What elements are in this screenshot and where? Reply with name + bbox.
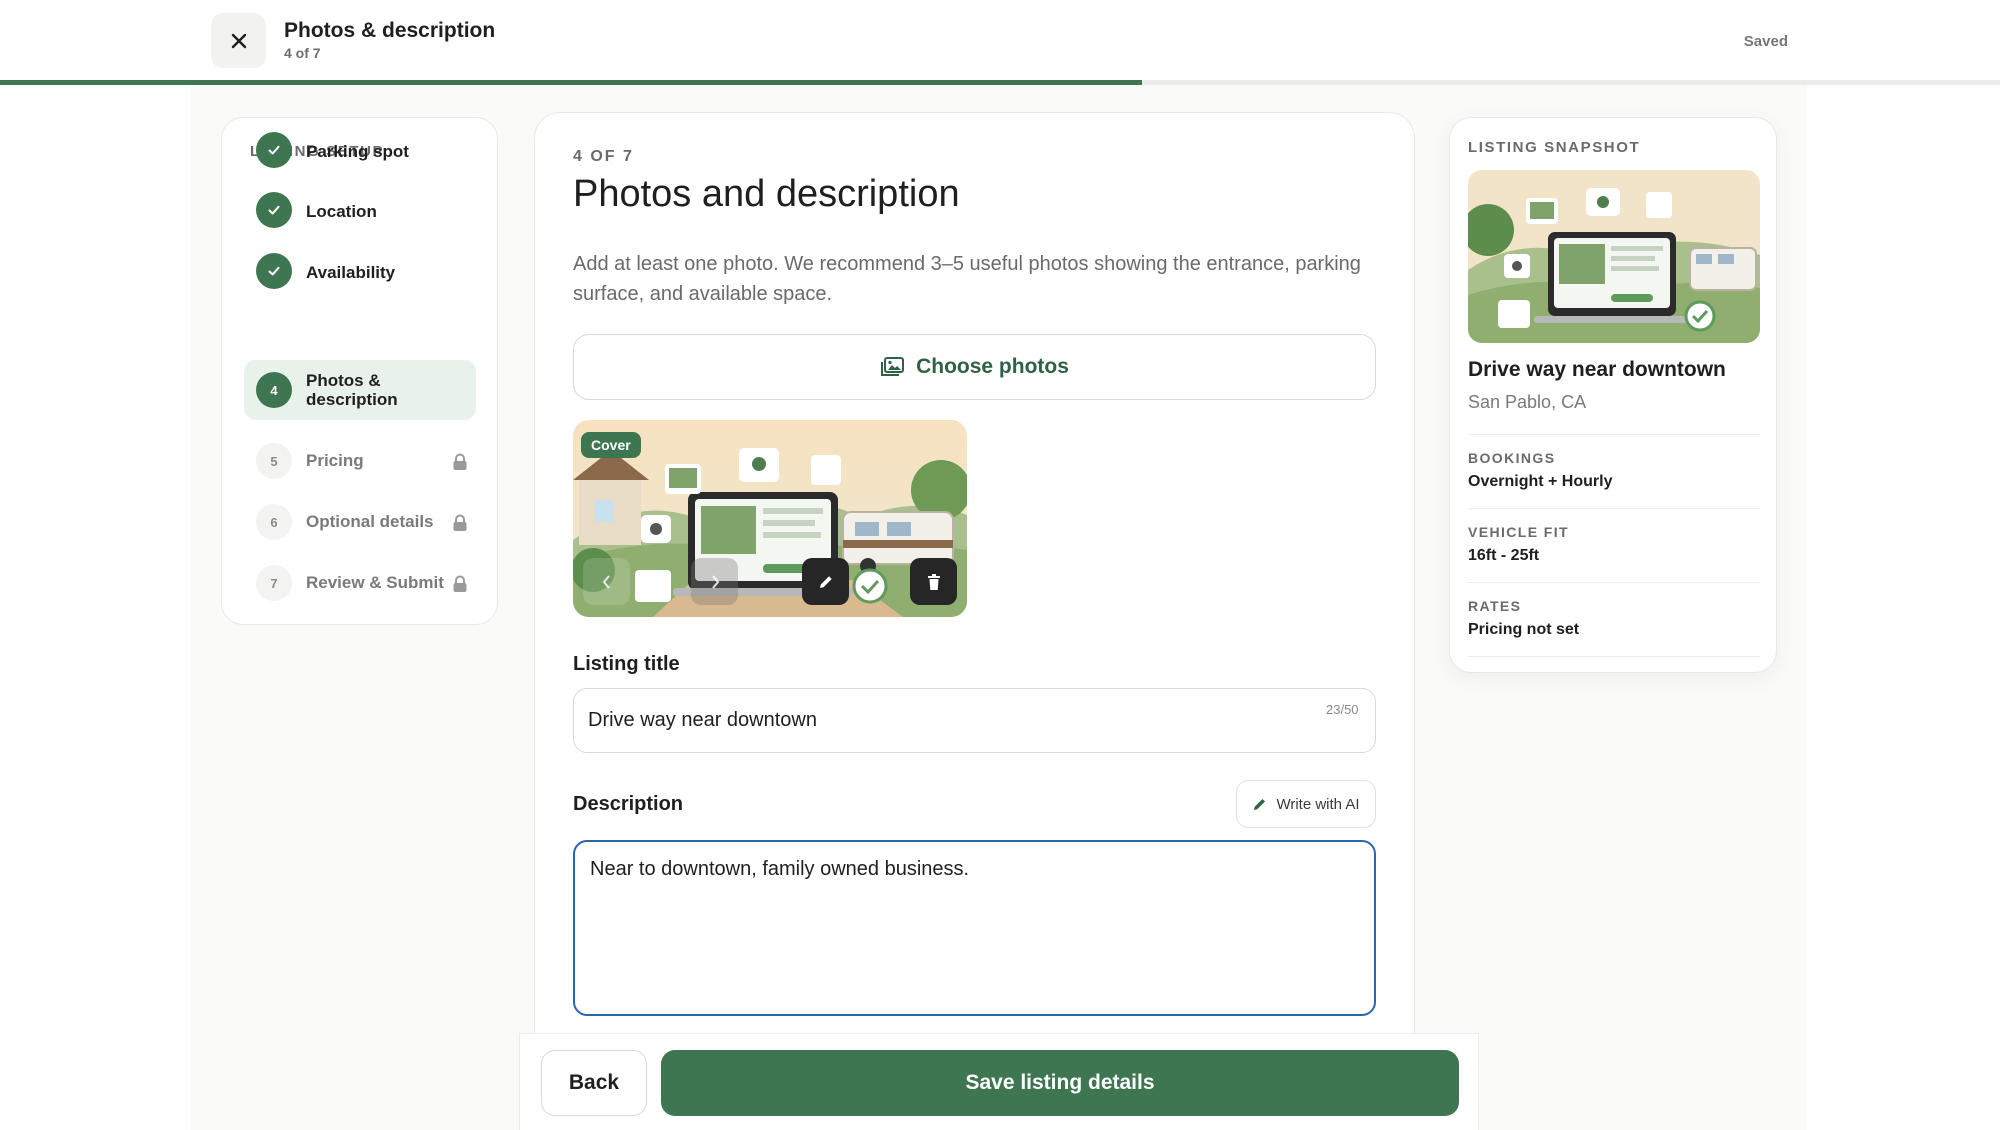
lock-icon <box>453 575 467 592</box>
header-step-count: 4 of 7 <box>284 45 321 61</box>
check-icon <box>268 145 280 155</box>
write-with-ai-button[interactable]: Write with AI <box>1236 780 1376 828</box>
page-title: Photos and description <box>573 173 960 215</box>
chevron-left-icon <box>602 574 610 589</box>
step-kicker: 4 OF 7 <box>573 148 634 165</box>
sidebar-item-label: Availability <box>306 263 396 282</box>
snapshot-location: San Pablo, CA <box>1468 392 1587 412</box>
close-icon <box>231 33 246 48</box>
listing-title-input[interactable] <box>573 688 1376 753</box>
vehicle-fit-value: 16ft - 25ft <box>1468 547 1540 564</box>
pencil-icon <box>1254 799 1266 810</box>
snapshot-photo <box>1468 170 1760 343</box>
trash-icon <box>927 573 940 590</box>
sidebar-item-photos-description[interactable]: 4 Photos & description <box>244 360 476 420</box>
images-icon <box>881 357 905 376</box>
close-button[interactable] <box>211 13 266 68</box>
top-bar: Photos & description 4 of 7 Saved <box>0 0 2000 85</box>
photos-description-card: 4 OF 7 Photos and description Add at lea… <box>534 112 1415 1130</box>
snapshot-title: Drive way near downtown <box>1468 358 1726 381</box>
listing-snapshot-panel: LISTING SNAPSHOT Drive way near downtown… <box>1449 117 1777 673</box>
cover-badge: Cover <box>581 432 641 458</box>
sidebar-item-pricing: 5 Pricing <box>244 431 476 491</box>
divider <box>1468 582 1760 583</box>
save-status: Saved <box>1743 33 1788 50</box>
edit-photo-button[interactable] <box>802 558 849 605</box>
character-counter: 23/50 <box>1326 702 1359 717</box>
lock-icon <box>453 514 467 531</box>
step-number-badge: 4 <box>256 372 292 408</box>
check-icon <box>268 266 280 276</box>
vehicle-fit-label: VEHICLE FIT <box>1468 524 1569 540</box>
divider <box>1468 656 1760 657</box>
sidebar-item-label: Review & Submit <box>306 573 444 592</box>
delete-photo-button[interactable] <box>910 558 957 605</box>
sidebar-item-label: Optional details <box>306 512 434 531</box>
write-with-ai-label: Write with AI <box>1276 795 1360 813</box>
previous-photo-button[interactable] <box>583 558 630 605</box>
cover-photo-thumbnail[interactable]: Cover <box>573 420 967 617</box>
instructions-text: Add at least one photo. We recommend 3–5… <box>573 253 1361 305</box>
snapshot-heading: LISTING SNAPSHOT <box>1468 139 1641 156</box>
save-listing-details-button[interactable]: Save listing details <box>661 1050 1459 1116</box>
pencil-icon <box>819 575 832 588</box>
listing-photo-illustration <box>1468 170 1760 343</box>
next-photo-button[interactable] <box>691 558 738 605</box>
check-icon <box>268 205 280 215</box>
rates-label: RATES <box>1468 598 1522 614</box>
step-complete-indicator <box>256 192 292 228</box>
rates-value: Pricing not set <box>1468 621 1580 638</box>
sidebar-item-label: Photos & description <box>306 371 398 409</box>
header-title: Photos & description <box>284 19 496 42</box>
listing-title-label: Listing title <box>573 653 680 675</box>
footer-action-bar: Back Save listing details <box>519 1033 1479 1130</box>
chevron-right-icon <box>711 574 719 589</box>
sidebar-item-label: Parking spot <box>306 142 409 161</box>
bookings-label: BOOKINGS <box>1468 450 1556 466</box>
bookings-value: Overnight + Hourly <box>1468 473 1613 490</box>
choose-photos-label: Choose photos <box>916 355 1069 378</box>
listing-setup-sidebar: LISTING SETUP Parking spot Location Avai… <box>221 117 498 625</box>
sidebar-item-availability[interactable]: Availability <box>244 253 476 329</box>
back-button[interactable]: Back <box>541 1050 647 1116</box>
description-textarea[interactable]: Near to downtown, family owned business. <box>573 840 1376 1016</box>
step-complete-indicator <box>256 253 292 289</box>
step-number-badge: 7 <box>256 565 292 601</box>
divider <box>1468 508 1760 509</box>
sidebar-item-optional-details: 6 Optional details <box>244 492 476 552</box>
sidebar-item-label: Location <box>306 202 377 221</box>
step-number-badge: 6 <box>256 504 292 540</box>
choose-photos-button[interactable]: Choose photos <box>573 334 1376 400</box>
sidebar-item-review-submit: 7 Review & Submit <box>244 553 476 613</box>
step-complete-indicator <box>256 132 292 168</box>
divider <box>1468 434 1760 435</box>
step-number-badge: 5 <box>256 443 292 479</box>
sidebar-item-label: Pricing <box>306 451 364 470</box>
lock-icon <box>453 453 467 470</box>
description-label: Description <box>573 793 684 815</box>
